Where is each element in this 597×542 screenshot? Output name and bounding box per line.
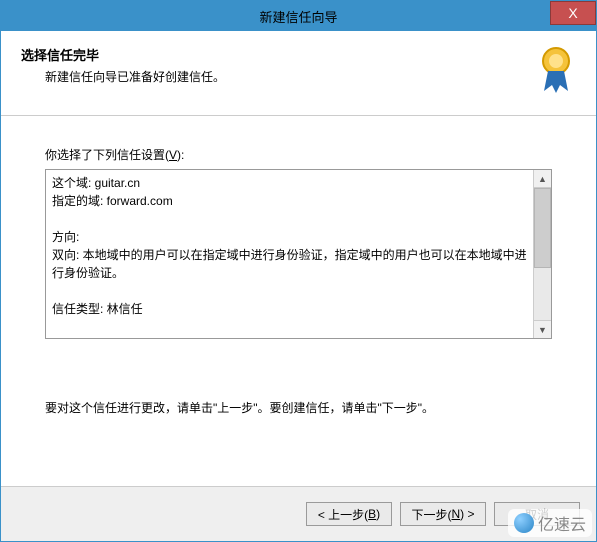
watermark-text: 亿速云 (538, 511, 586, 535)
close-button[interactable]: X (550, 1, 596, 25)
chevron-down-icon: ▼ (538, 325, 547, 335)
next-button[interactable]: 下一步(N) > (400, 502, 486, 526)
wizard-header: 选择信任完毕 新建信任向导已准备好创建信任。 (1, 31, 596, 116)
close-icon: X (568, 5, 577, 21)
scroll-down-button[interactable]: ▼ (534, 320, 551, 338)
titlebar[interactable]: 新建信任向导 X (1, 1, 596, 31)
scrollbar[interactable]: ▲ ▼ (533, 170, 551, 338)
wizard-window: 新建信任向导 X 选择信任完毕 新建信任向导已准备好创建信任。 你选择了下列信任… (0, 0, 597, 542)
trust-settings-box: 这个域: guitar.cn 指定的域: forward.com 方向: 双向:… (45, 169, 552, 339)
window-title: 新建信任向导 (1, 7, 596, 26)
watermark-logo-icon (514, 513, 534, 533)
settings-label: 你选择了下列信任设置(V): (45, 146, 552, 163)
scroll-up-button[interactable]: ▲ (534, 170, 551, 188)
back-button[interactable]: < 上一步(B) (306, 502, 392, 526)
wizard-content: 你选择了下列信任设置(V): 这个域: guitar.cn 指定的域: forw… (1, 116, 596, 486)
wizard-footer: < 上一步(B) 下一步(N) > 取消 (1, 486, 596, 541)
page-title: 选择信任完毕 (21, 45, 526, 64)
watermark: 亿速云 (508, 509, 592, 537)
award-ribbon-icon (536, 45, 576, 97)
scroll-track[interactable] (534, 188, 551, 320)
instruction-text: 要对这个信任进行更改，请单击"上一步"。要创建信任，请单击"下一步"。 (45, 399, 552, 416)
trust-settings-text[interactable]: 这个域: guitar.cn 指定的域: forward.com 方向: 双向:… (46, 170, 533, 338)
scroll-thumb[interactable] (534, 188, 551, 268)
chevron-up-icon: ▲ (538, 174, 547, 184)
page-subtitle: 新建信任向导已准备好创建信任。 (45, 68, 526, 85)
